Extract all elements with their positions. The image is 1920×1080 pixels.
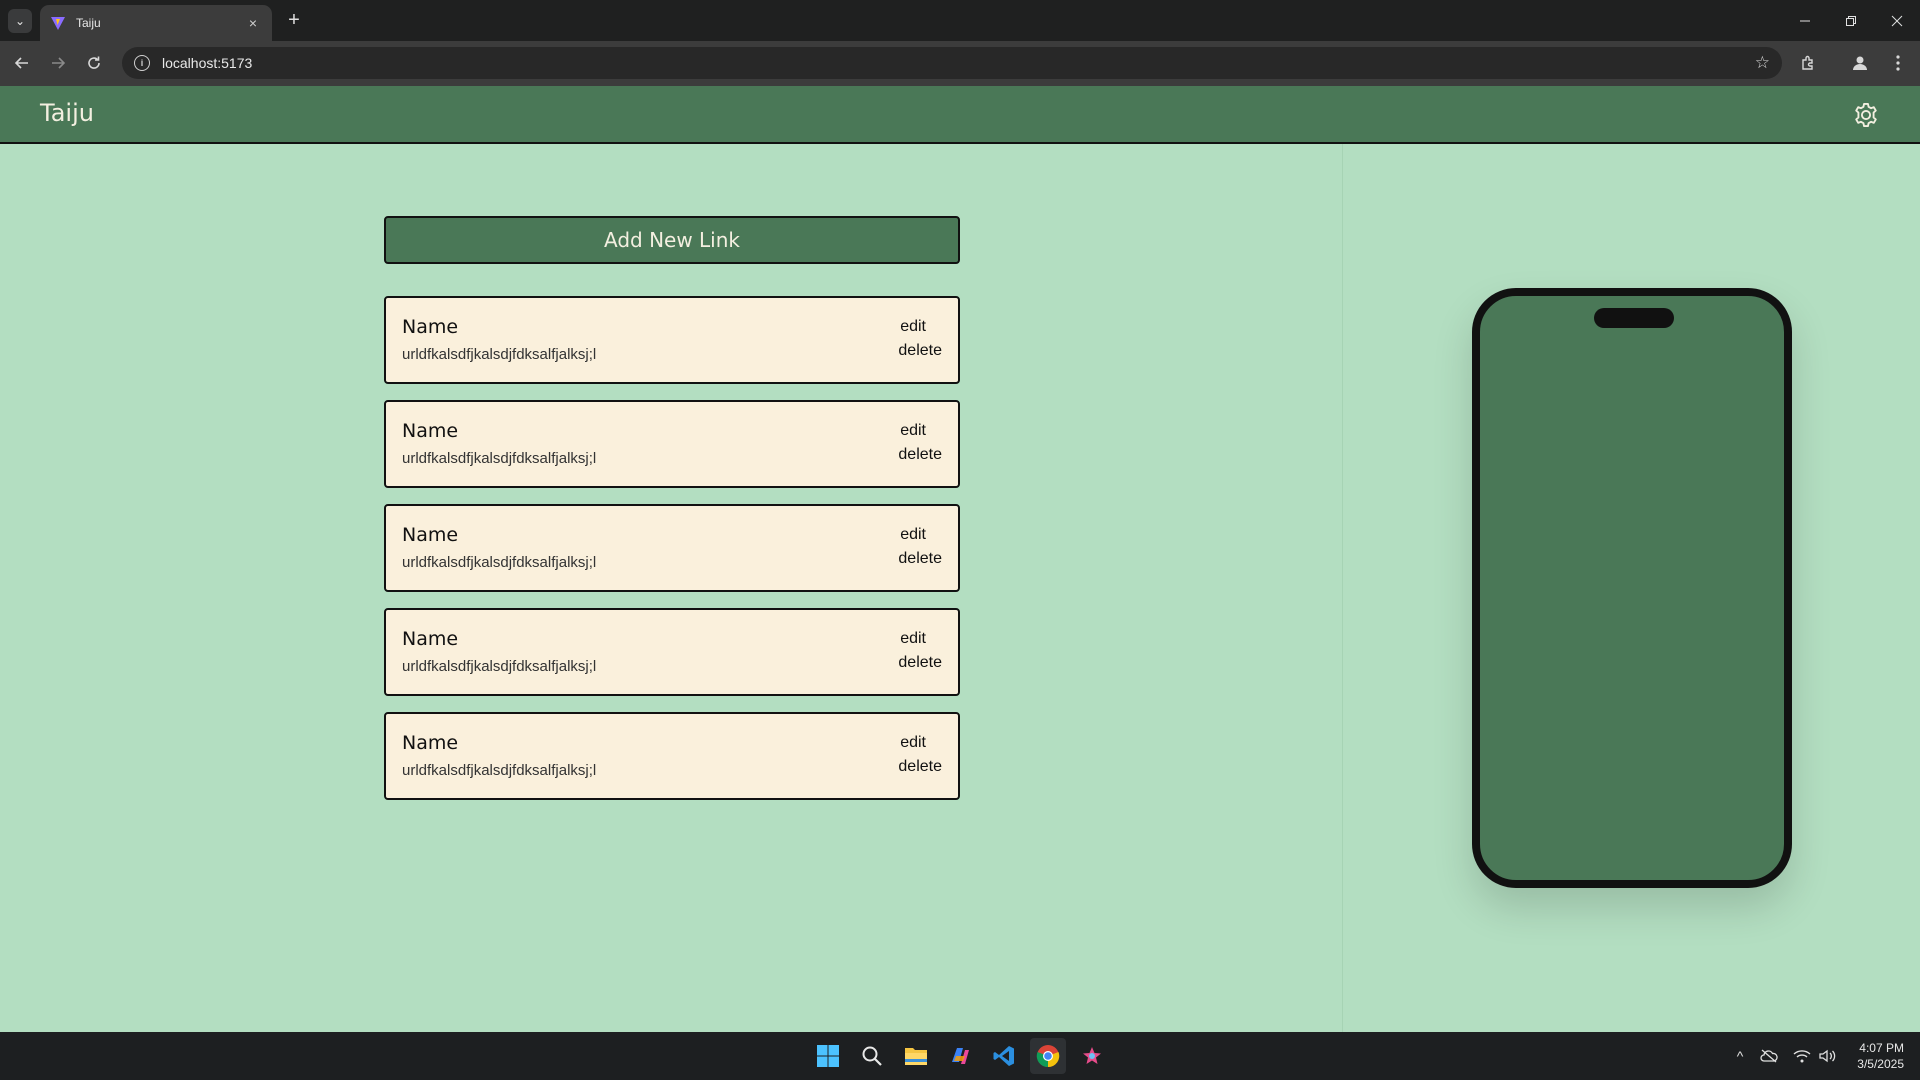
system-clock[interactable]: 4:07 PM 3/5/2025 [1857,1040,1904,1072]
wifi-icon[interactable] [1793,1032,1811,1080]
new-tab-button[interactable]: + [282,8,306,32]
add-new-link-button[interactable]: Add New Link [384,216,960,264]
link-url: urldfkalsdfjkalsdjfdksalfjalksj;l [402,658,597,675]
phone-preview [1472,288,1792,888]
tray-expand-icon[interactable]: ^ [1728,1048,1752,1064]
link-url: urldfkalsdfjkalsdjfdksalfjalksj;l [402,450,597,467]
profile-icon[interactable] [1846,49,1874,77]
vite-favicon-icon [51,17,65,30]
delete-link-button[interactable]: delete [898,654,942,672]
app-title: Taiju [40,99,94,127]
link-name: Name [402,420,459,442]
volume-icon[interactable] [1818,1032,1836,1080]
address-bar[interactable]: i localhost:5173 ☆ [122,47,1782,79]
edit-link-button[interactable]: edit [900,630,926,648]
link-url: urldfkalsdfjkalsdjfdksalfjalksj;l [402,346,597,363]
link-card: Name urldfkalsdfjkalsdjfdksalfjalksj;l e… [384,608,960,696]
link-list: Name urldfkalsdfjkalsdjfdksalfjalksj;l e… [384,296,960,816]
system-tray: ^ [1728,1032,1752,1080]
panel-divider [1342,144,1343,1032]
link-name: Name [402,628,459,650]
link-name: Name [402,732,459,754]
site-info-icon[interactable]: i [134,55,150,71]
back-arrow-icon[interactable] [8,49,36,77]
delete-link-button[interactable]: delete [898,342,942,360]
browser-menu-icon[interactable] [1884,49,1912,77]
clock-time: 4:07 PM [1859,1041,1904,1055]
search-icon[interactable] [854,1038,890,1074]
forward-arrow-icon[interactable] [44,49,72,77]
extensions-icon[interactable] [1794,49,1822,77]
tab-search-button[interactable]: ⌄ [8,9,32,33]
minimize-icon[interactable] [1782,0,1828,41]
browser-tab[interactable]: Taiju × [40,5,272,41]
vscode-icon[interactable] [986,1038,1022,1074]
bookmark-star-icon[interactable]: ☆ [1755,53,1770,73]
delete-link-button[interactable]: delete [898,550,942,568]
link-url: urldfkalsdfjkalsdjfdksalfjalksj;l [402,554,597,571]
phone-notch [1594,308,1674,328]
copilot-icon[interactable] [942,1038,978,1074]
restore-icon[interactable] [1828,0,1874,41]
delete-link-button[interactable]: delete [898,446,942,464]
link-name: Name [402,316,459,338]
main-content: Add New Link Name urldfkalsdfjkalsdjfdks… [0,144,1920,1032]
link-url: urldfkalsdfjkalsdjfdksalfjalksj;l [402,762,597,779]
tab-close-icon[interactable]: × [244,15,262,31]
edit-link-button[interactable]: edit [900,318,926,336]
edit-link-button[interactable]: edit [900,422,926,440]
browser-toolbar: i localhost:5173 ☆ [0,41,1920,86]
file-explorer-icon[interactable] [898,1038,934,1074]
delete-link-button[interactable]: delete [898,758,942,776]
close-window-icon[interactable] [1874,0,1920,41]
link-card: Name urldfkalsdfjkalsdjfdksalfjalksj;l e… [384,504,960,592]
chrome-icon[interactable] [1030,1038,1066,1074]
link-card: Name urldfkalsdfjkalsdjfdksalfjalksj;l e… [384,400,960,488]
clock-date: 3/5/2025 [1857,1057,1904,1071]
link-card: Name urldfkalsdfjkalsdjfdksalfjalksj;l e… [384,296,960,384]
settings-gear-icon[interactable] [1852,101,1880,129]
onedrive-icon[interactable] [1760,1032,1778,1080]
browser-tab-bar: ⌄ Taiju × + [0,0,1920,41]
link-card: Name urldfkalsdfjkalsdjfdksalfjalksj;l e… [384,712,960,800]
windows-taskbar: ^ 4:07 PM 3/5/2025 [0,1032,1920,1080]
reload-icon[interactable] [80,49,108,77]
edit-link-button[interactable]: edit [900,734,926,752]
paint-app-icon[interactable] [1074,1038,1110,1074]
windows-start-icon[interactable] [810,1038,846,1074]
edit-link-button[interactable]: edit [900,526,926,544]
tab-title: Taiju [76,16,101,30]
window-controls [1782,0,1920,41]
address-url: localhost:5173 [162,55,253,71]
app-header: Taiju [0,86,1920,144]
link-name: Name [402,524,459,546]
